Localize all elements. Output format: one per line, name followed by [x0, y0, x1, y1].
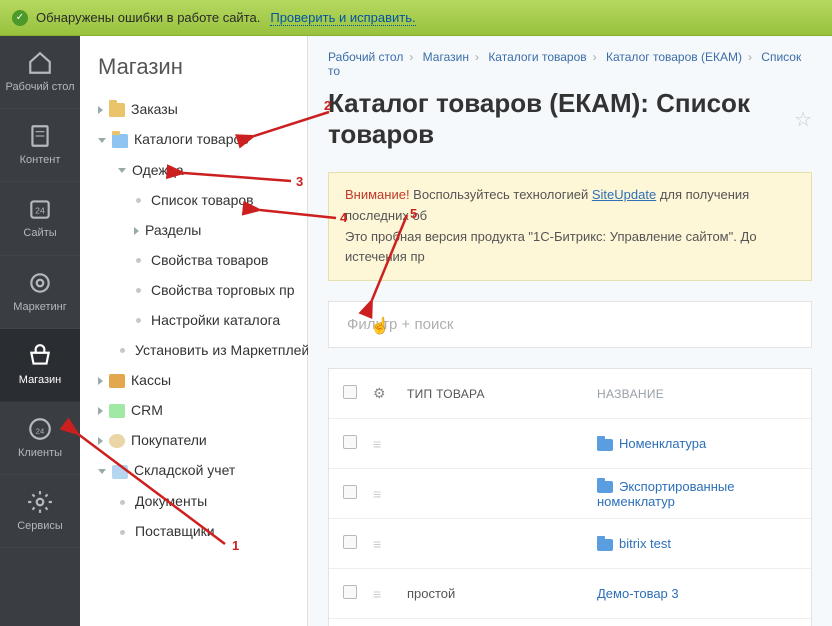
table-row[interactable]: ≡ простойДемо-товар 3: [329, 569, 811, 619]
row-name-link[interactable]: Демо-товар 3: [597, 586, 679, 601]
rail-marketing[interactable]: Маркетинг: [0, 256, 80, 329]
select-all-checkbox[interactable]: [343, 385, 357, 399]
items-table: ⚙ ТИП ТОВАРА НАЗВАНИЕ ≡ Номенклатура ≡ Эксп…: [328, 368, 812, 626]
sidebar: Магазин Заказы Каталоги товаров Одежда С…: [80, 36, 308, 626]
row-menu-icon[interactable]: ≡: [373, 436, 381, 452]
home-icon: [27, 50, 53, 76]
notice-banner: Внимание! Воспользуйтесь технологией Sit…: [328, 172, 812, 281]
row-checkbox[interactable]: [343, 435, 357, 449]
row-name-link[interactable]: Экспортированные номенклатур: [597, 479, 735, 509]
sidebar-item-orders[interactable]: Заказы: [80, 94, 308, 124]
folder-icon: [597, 539, 613, 551]
sidebar-item-catalogs[interactable]: Каталоги товаров: [80, 124, 308, 154]
folder-icon: [597, 439, 613, 451]
table-row[interactable]: ≡ Экспортированные номенклатур: [329, 469, 811, 519]
crumb[interactable]: Каталог товаров (ЕКАМ): [606, 50, 742, 64]
topbar-message: Обнаружены ошибки в работе сайта.: [36, 10, 260, 25]
topbar-link[interactable]: Проверить и исправить.: [270, 10, 415, 26]
table-row[interactable]: ≡ bitrix test: [329, 519, 811, 569]
basket-icon: [27, 343, 53, 369]
gear-icon[interactable]: ⚙: [373, 385, 386, 401]
svg-text:24: 24: [36, 426, 44, 435]
favorite-star-icon[interactable]: ☆: [794, 107, 812, 132]
sidebar-item-warehouse[interactable]: Складской учет: [80, 455, 308, 485]
left-rail: Рабочий стол Контент 24 Сайты Маркетинг …: [0, 36, 80, 626]
calendar-icon: 24: [27, 196, 53, 222]
rail-clients[interactable]: 24 Клиенты: [0, 402, 80, 475]
crumb[interactable]: Рабочий стол: [328, 50, 403, 64]
table-header: ⚙ ТИП ТОВАРА НАЗВАНИЕ: [329, 369, 811, 419]
col-type-header[interactable]: ТИП ТОВАРА: [407, 387, 597, 401]
rail-shop[interactable]: Магазин: [0, 329, 80, 402]
rail-services[interactable]: Сервисы: [0, 475, 80, 548]
row-checkbox[interactable]: [343, 585, 357, 599]
col-name-header[interactable]: НАЗВАНИЕ: [597, 387, 797, 401]
rail-sites[interactable]: 24 Сайты: [0, 182, 80, 255]
sidebar-item-crm[interactable]: CRM: [80, 395, 308, 425]
notice-link[interactable]: SiteUpdate: [592, 187, 656, 202]
topbar: ✓ Обнаружены ошибки в работе сайта. Пров…: [0, 0, 832, 36]
sidebar-item-docs[interactable]: Документы: [80, 486, 308, 516]
gear-icon: [27, 489, 53, 515]
crumb[interactable]: Магазин: [423, 50, 469, 64]
sidebar-item-offers-props[interactable]: Свойства торговых пр: [80, 275, 308, 305]
table-row[interactable]: ≡простойДемо-товар 1: [329, 619, 811, 626]
sidebar-item-suppliers[interactable]: Поставщики: [80, 516, 308, 546]
document-icon: [27, 123, 53, 149]
tree: Заказы Каталоги товаров Одежда Список то…: [80, 94, 308, 546]
row-name-link[interactable]: bitrix test: [619, 536, 671, 551]
check-icon: ✓: [12, 10, 28, 26]
main-content: Рабочий стол› Магазин› Каталоги товаров›…: [308, 36, 832, 626]
row-checkbox[interactable]: [343, 485, 357, 499]
notice-warn: Внимание!: [345, 187, 410, 202]
filter-search[interactable]: Фильтр + поиск: [328, 301, 812, 348]
breadcrumb: Рабочий стол› Магазин› Каталоги товаров›…: [308, 36, 832, 86]
rail-content[interactable]: Контент: [0, 109, 80, 182]
row-menu-icon[interactable]: ≡: [373, 486, 381, 502]
crumb[interactable]: Каталоги товаров: [488, 50, 586, 64]
sidebar-item-cash[interactable]: Кассы: [80, 365, 308, 395]
folder-icon: [597, 481, 613, 493]
target-icon: [27, 270, 53, 296]
page-title: Каталог товаров (ЕКАМ): Список товаров: [328, 88, 782, 150]
svg-text:24: 24: [35, 206, 45, 216]
sidebar-item-list[interactable]: Список товаров: [80, 185, 308, 215]
sidebar-title: Магазин: [80, 36, 308, 94]
sidebar-item-settings[interactable]: Настройки каталога: [80, 305, 308, 335]
rail-desktop[interactable]: Рабочий стол: [0, 36, 80, 109]
clock-icon: 24: [27, 416, 53, 442]
sidebar-item-props[interactable]: Свойства товаров: [80, 245, 308, 275]
sidebar-item-sections[interactable]: Разделы: [80, 215, 308, 245]
row-type: простой: [407, 586, 597, 601]
row-menu-icon[interactable]: ≡: [373, 536, 381, 552]
table-row[interactable]: ≡ Номенклатура: [329, 419, 811, 469]
sidebar-item-marketplace[interactable]: Установить из Маркетплей: [80, 335, 308, 365]
row-name-link[interactable]: Номенклатура: [619, 436, 706, 451]
row-menu-icon[interactable]: ≡: [373, 586, 381, 602]
sidebar-item-buyers[interactable]: Покупатели: [80, 425, 308, 455]
row-checkbox[interactable]: [343, 535, 357, 549]
sidebar-item-clothes[interactable]: Одежда: [80, 155, 308, 185]
